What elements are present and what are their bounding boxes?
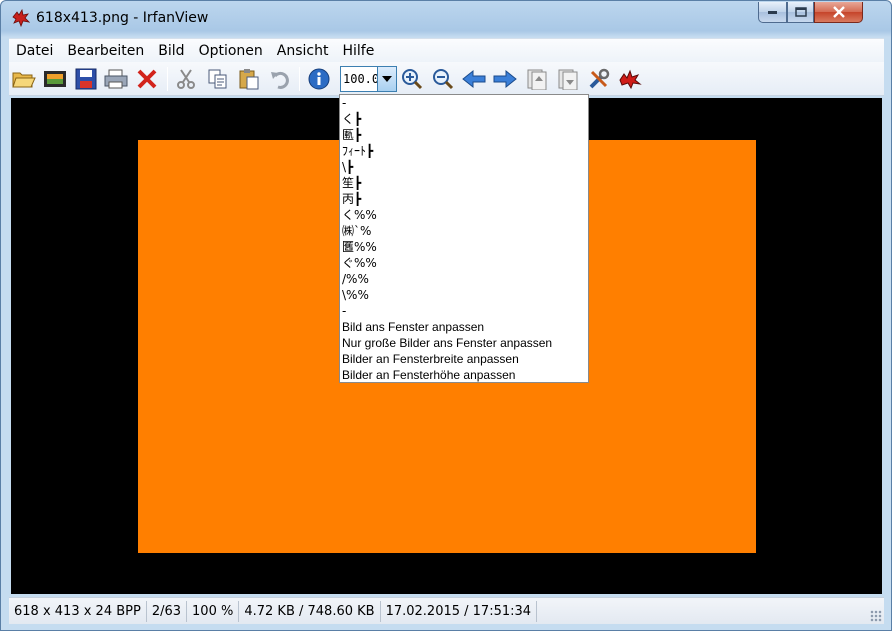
zoom-option[interactable]: - [340,95,588,111]
copy-icon [208,69,227,89]
zoom-option[interactable]: - [340,303,588,319]
next-icon [493,69,517,89]
irfanview-window: 618x413.png - IrfanView Datei Bearbeiten… [0,0,892,631]
delete-icon [137,69,157,89]
zoom-option[interactable]: 丙┣ [340,191,588,207]
minimize-icon [767,11,777,14]
zoom-option[interactable]: 笙┣ [340,175,588,191]
save-button[interactable] [73,66,99,92]
zoom-combobox[interactable]: 100.0 [340,66,397,92]
chevron-down-icon [382,76,392,82]
cut-button[interactable] [173,66,199,92]
menu-ansicht[interactable]: Ansicht [270,43,336,59]
title-bar[interactable]: 618x413.png - IrfanView [1,1,891,35]
status-dimensions: 618 x 413 x 24 BPP [9,600,147,622]
status-datetime: 17.02.2015 / 17:51:34 [381,600,538,622]
status-zoom: 100 % [187,600,240,622]
paste-button[interactable] [236,66,262,92]
minimize-button[interactable] [758,2,787,23]
first-file-button[interactable] [524,66,550,92]
irfanview-logo-icon [619,69,642,90]
zoom-option-fit-width[interactable]: Bilder an Fensterbreite anpassen [340,351,588,367]
properties-icon [589,68,610,89]
previous-button[interactable] [461,66,487,92]
zoom-option[interactable]: く┣ [340,111,588,127]
properties-button[interactable] [586,66,612,92]
zoom-option[interactable]: 匶%% [340,239,588,255]
menu-optionen[interactable]: Optionen [192,43,270,59]
save-icon [75,68,97,90]
thumbnails-icon [44,71,66,87]
about-button[interactable] [617,66,643,92]
info-icon [308,68,330,90]
status-bar: 618 x 413 x 24 BPP 2/63 100 % 4.72 KB / … [9,597,884,624]
copy-button[interactable] [205,66,231,92]
undo-icon [271,71,289,89]
zoom-option[interactable]: く%% [340,207,588,223]
toolbar-separator [299,67,300,91]
paste-icon [239,69,259,90]
zoom-out-button[interactable] [430,66,456,92]
zoom-value[interactable]: 100.0 [343,72,379,86]
print-button[interactable] [103,66,129,92]
toolbar-separator [167,67,168,91]
zoom-option-fit-large-only[interactable]: Nur große Bilder ans Fenster anpassen [340,335,588,351]
menu-datei[interactable]: Datei [9,43,60,59]
resize-grip[interactable] [870,610,882,622]
status-file-index: 2/63 [147,600,188,622]
zoom-in-icon [402,69,423,90]
menu-bar: Datei Bearbeiten Bild Optionen Ansicht H… [9,38,884,62]
print-icon [104,69,128,89]
cut-icon [177,69,195,89]
menu-hilfe[interactable]: Hilfe [335,43,381,59]
zoom-option[interactable]: \┣ [340,159,588,175]
zoom-dropdown-list[interactable]: - く┣ 匭┣ ﾌｨｰﾄ┣ \┣ 笙┣ 丙┣ く%% ㈱`% 匶%% ぐ%% /… [339,94,589,383]
zoom-option[interactable]: ㈱`% [340,223,588,239]
zoom-dropdown-button[interactable] [377,67,396,91]
thumbnails-button[interactable] [42,66,68,92]
maximize-button[interactable] [787,2,814,23]
window-title: 618x413.png - IrfanView [36,10,209,26]
zoom-option[interactable]: \%% [340,287,588,303]
open-icon [12,72,36,88]
zoom-option-fit-height[interactable]: Bilder an Fensterhöhe anpassen [340,367,588,383]
zoom-option[interactable]: ぐ%% [340,255,588,271]
status-file-size: 4.72 KB / 748.60 KB [239,600,381,622]
menu-bild[interactable]: Bild [151,43,191,59]
info-button[interactable] [306,66,332,92]
last-file-button[interactable] [555,66,581,92]
last-file-icon [558,69,578,90]
close-button[interactable] [814,2,863,23]
zoom-option[interactable]: ﾌｨｰﾄ┣ [340,143,588,159]
maximize-icon [794,7,807,17]
close-icon [832,6,845,18]
next-button[interactable] [492,66,518,92]
delete-button[interactable] [134,66,160,92]
zoom-option[interactable]: 匭┣ [340,127,588,143]
zoom-option[interactable]: /%% [340,271,588,287]
zoom-in-button[interactable] [399,66,425,92]
previous-icon [462,69,486,89]
open-button[interactable] [11,66,37,92]
zoom-out-icon [433,69,454,90]
irfanview-app-icon[interactable] [10,8,31,28]
undo-button[interactable] [267,66,293,92]
menu-bearbeiten[interactable]: Bearbeiten [60,43,151,59]
zoom-option-fit-window[interactable]: Bild ans Fenster anpassen [340,319,588,335]
toolbar: 100.0 [9,62,884,96]
first-file-icon [527,69,547,90]
